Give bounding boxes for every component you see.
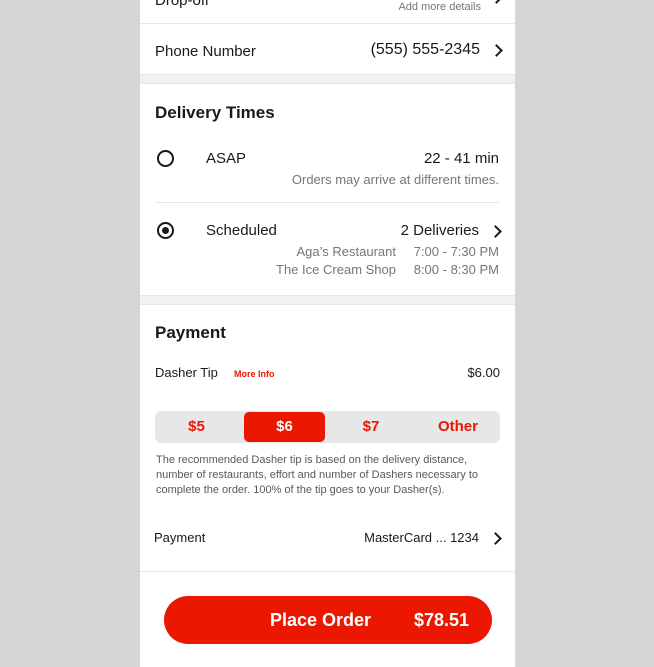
asap-note: Orders may arrive at different times.	[291, 172, 499, 187]
payment-method-label: Payment	[154, 530, 206, 545]
scheduled-time: 7:00 - 7:30 PM	[413, 244, 499, 259]
tip-option-6[interactable]: $6	[244, 412, 325, 442]
tip-option-5[interactable]: $5	[155, 412, 238, 442]
payment-method-value: MasterCard ... 1234	[364, 530, 479, 545]
tip-option-7[interactable]: $7	[329, 412, 413, 442]
scheduled-value: 2 Deliveries	[400, 222, 479, 239]
chevron-right-icon	[489, 532, 502, 545]
asap-option[interactable]: ASAP 22 - 41 min Orders may arrive at di…	[140, 140, 515, 195]
dropoff-row[interactable]: Drop-off Add more details	[140, 0, 515, 24]
scheduled-option[interactable]: Scheduled 2 Deliveries Aga’s Restaurant …	[140, 212, 515, 287]
phone-number-value: (555) 555-2345	[370, 41, 480, 58]
place-order-button[interactable]: Place Order $78.51	[164, 596, 492, 644]
place-order-label: Place Order	[270, 610, 372, 630]
tip-selector: $5 $6 $7 Other	[155, 411, 500, 443]
scheduled-label: Scheduled	[206, 222, 277, 239]
phone-number-row[interactable]: Phone Number (555) 555-2345	[140, 24, 515, 74]
asap-label: ASAP	[206, 150, 247, 167]
radio-unselected-icon[interactable]	[157, 150, 174, 167]
scheduled-time: 8:00 - 8:30 PM	[413, 262, 499, 277]
radio-selected-icon[interactable]	[157, 222, 174, 239]
phone-number-label: Phone Number	[155, 43, 256, 60]
scheduled-store: The Ice Cream Shop	[276, 262, 396, 277]
scheduled-store: Aga’s Restaurant	[296, 244, 397, 259]
more-info-link[interactable]: More Info	[234, 369, 275, 379]
dropoff-subtext: Add more details	[398, 1, 481, 13]
payment-title: Payment	[155, 323, 226, 342]
delivery-times-title: Delivery Times	[155, 103, 275, 122]
order-total: $78.51	[413, 610, 469, 630]
dasher-tip-label: Dasher Tip	[155, 365, 218, 380]
dasher-tip-row: Dasher Tip More Info $6.00	[140, 364, 515, 386]
dropoff-label: Drop-off	[155, 0, 209, 9]
asap-time: 22 - 41 min	[423, 150, 499, 167]
dasher-tip-value: $6.00	[467, 365, 500, 380]
tip-option-other[interactable]: Other	[416, 412, 500, 442]
chevron-right-icon	[489, 225, 502, 238]
checkout-screen: Drop-off Add more details Phone Number (…	[140, 0, 515, 667]
chevron-right-icon	[490, 0, 503, 4]
payment-method-row[interactable]: Payment MasterCard ... 1234	[140, 520, 515, 556]
chevron-right-icon	[490, 44, 503, 57]
tip-note: The recommended Dasher tip is based on t…	[156, 454, 479, 496]
